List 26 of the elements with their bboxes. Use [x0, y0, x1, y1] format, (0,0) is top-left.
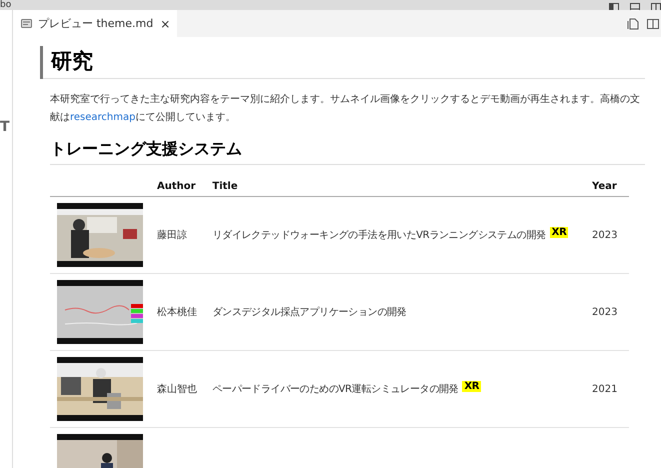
column-header: Author	[157, 181, 196, 192]
source-file-icon[interactable]	[627, 18, 639, 30]
preview-icon	[21, 19, 32, 28]
title-cell: ペーパードライバーのためのVR運転シミュレータの開発	[212, 384, 458, 396]
close-button[interactable]: ×	[159, 16, 172, 30]
researchmap-link[interactable]: researchmap	[70, 112, 136, 124]
column-header: Year	[592, 181, 617, 192]
author-cell: 松本桃佳	[157, 307, 197, 318]
author-cell: 森山智也	[157, 384, 197, 396]
author-cell: 藤田諒	[157, 230, 187, 242]
tab-label: プレビュー theme.md	[38, 16, 154, 31]
title-cell: リダイレクテッドウォーキングの手法を用いたVRランニングシステムの開発	[212, 230, 546, 242]
title-cell: ダンスデジタル採点アプリケーションの開発	[212, 307, 406, 318]
year-cell: 2023	[592, 306, 618, 318]
xr-tag: XR	[550, 227, 568, 238]
sidebar-glyph: T	[0, 120, 11, 134]
year-cell: 2023	[592, 230, 618, 241]
xr-tag: XR	[462, 381, 482, 392]
year-cell: 2021	[592, 384, 618, 395]
window-title: bo	[0, 0, 12, 10]
page-heading: 研究	[40, 46, 645, 80]
section-heading: トレーニング支援システム	[50, 139, 645, 166]
intro-paragraph: 本研究室で行ってきた主な研究内容をテーマ別に紹介します。サムネイル画像をクリックするとデモ動画が再生されます。高橋の文献はresearchmapにて公開しています。	[50, 92, 641, 126]
editor-tab[interactable]: プレビュー theme.md ×	[13, 10, 178, 37]
split-editor-icon[interactable]	[647, 18, 659, 30]
column-header: Title	[212, 181, 238, 192]
